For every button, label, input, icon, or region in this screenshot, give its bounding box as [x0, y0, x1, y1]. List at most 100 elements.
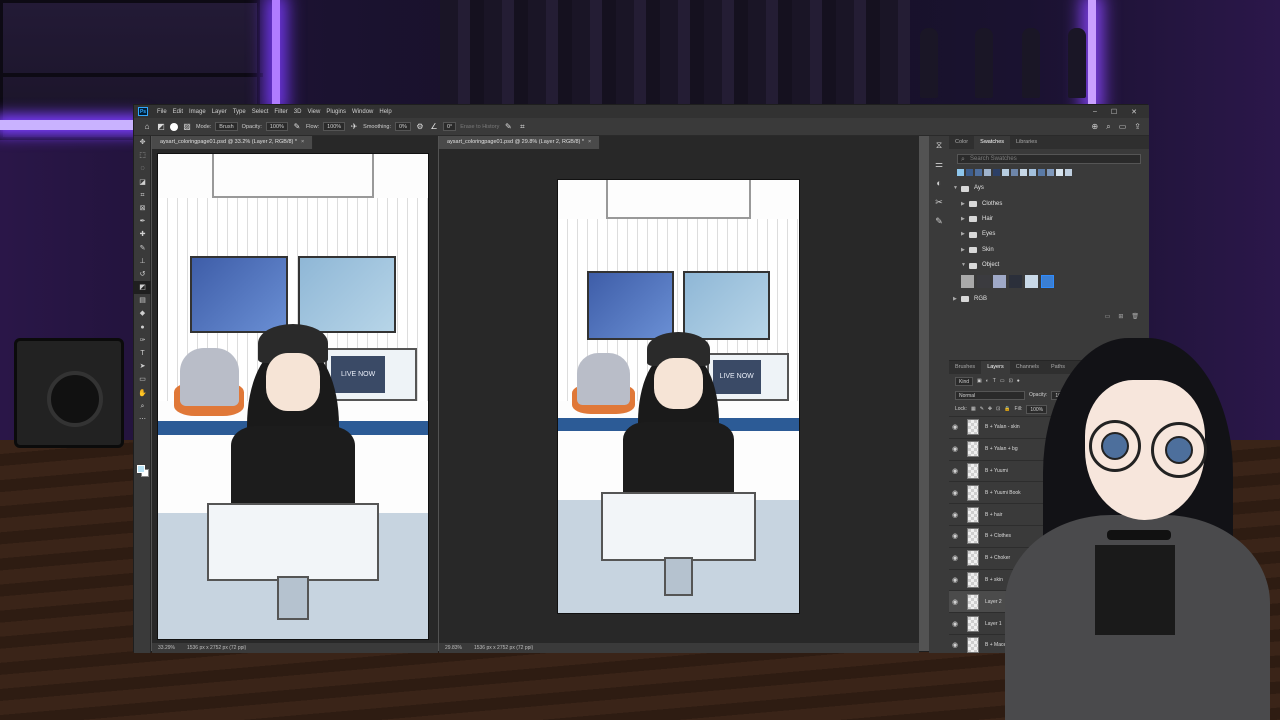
swatch-group-skin[interactable]: ▶ Skin — [949, 243, 1149, 258]
color-swatch[interactable] — [993, 169, 1000, 176]
adjustments-panel-icon[interactable]: ⚌ — [929, 155, 949, 174]
eyedropper-tool-icon[interactable]: ✒ — [134, 215, 151, 228]
close-button[interactable]: ✕ — [1131, 108, 1137, 116]
chevron-right-icon[interactable]: ▶ — [961, 212, 969, 227]
share-icon[interactable]: ⊕ — [1092, 122, 1099, 132]
brush-preset-picker[interactable] — [170, 122, 178, 131]
new-group-icon[interactable]: ▭ — [1105, 313, 1111, 323]
gradient-tool-icon[interactable]: ▤ — [134, 294, 151, 307]
close-icon[interactable]: × — [301, 139, 304, 145]
color-swatch[interactable] — [975, 169, 982, 176]
menu-3d[interactable]: 3D — [291, 109, 305, 115]
menu-edit[interactable]: Edit — [170, 109, 186, 115]
document-tab-right[interactable]: aysart_coloringpage01.psd @ 29.8% (Layer… — [439, 136, 601, 149]
share-export-icon[interactable]: ⇪ — [1134, 122, 1141, 132]
color-swatch[interactable] — [1011, 169, 1018, 176]
workspace-icon[interactable]: ▭ — [1119, 122, 1127, 132]
maximize-button[interactable]: ☐ — [1111, 108, 1117, 116]
search-icon[interactable]: ⌕ — [1106, 122, 1110, 132]
move-tool-icon[interactable]: ✥ — [134, 136, 151, 149]
visibility-eye-icon[interactable]: ◉ — [952, 445, 961, 453]
visibility-eye-icon[interactable]: ◉ — [952, 641, 961, 649]
history-panel-icon[interactable]: ⧖ — [929, 136, 949, 155]
color-wheel-icon[interactable]: ◐ — [929, 174, 949, 193]
layer-kind-filter[interactable]: Kind — [955, 376, 974, 386]
brush-settings-icon[interactable]: ▨ — [182, 122, 192, 132]
symmetry-icon[interactable]: ⌗ — [517, 122, 527, 132]
color-swatch[interactable] — [977, 275, 990, 289]
path-select-tool-icon[interactable]: ➤ — [134, 360, 151, 373]
swatch-group-ays[interactable]: ▼ Ays — [949, 181, 1149, 196]
brush-settings-panel-icon[interactable]: ✎ — [929, 212, 949, 231]
blur-tool-icon[interactable]: ◆ — [134, 307, 151, 320]
swatch-group-object[interactable]: ▼ Object — [949, 258, 1149, 273]
trash-icon[interactable]: 🗑 — [1131, 313, 1139, 323]
crop-tool-icon[interactable]: ⌗ — [134, 189, 151, 202]
color-swatch[interactable] — [1041, 275, 1054, 289]
pen-tool-icon[interactable]: ✑ — [134, 334, 151, 347]
color-swatch[interactable] — [957, 169, 964, 176]
hand-tool-icon[interactable]: ✋ — [134, 387, 151, 400]
chevron-right-icon[interactable]: ▶ — [961, 243, 969, 258]
menu-select[interactable]: Select — [249, 109, 272, 115]
history-brush-tool-icon[interactable]: ↺ — [134, 268, 151, 281]
new-swatch-icon[interactable]: ⊞ — [1118, 313, 1123, 323]
visibility-eye-icon[interactable]: ◉ — [952, 598, 961, 606]
tab-brushes[interactable]: Brushes — [949, 361, 981, 374]
chevron-down-icon[interactable]: ▼ — [961, 258, 969, 273]
frame-tool-icon[interactable]: ⊠ — [134, 202, 151, 215]
visibility-eye-icon[interactable]: ◉ — [952, 423, 961, 431]
filter-pixel-icon[interactable]: ▣ — [977, 378, 982, 384]
color-swatch[interactable] — [966, 169, 973, 176]
pressure-size-icon[interactable]: ✎ — [503, 122, 513, 132]
canvas-left[interactable]: LIVE NOW — [157, 153, 429, 640]
erase-to-history-checkbox[interactable]: Erase to History — [460, 124, 499, 130]
close-icon[interactable]: × — [588, 139, 591, 145]
swatch-search-input[interactable]: Search Swatches — [957, 154, 1141, 164]
lock-pixels-icon[interactable]: ▦ — [971, 406, 976, 412]
chevron-right-icon[interactable]: ▶ — [953, 292, 961, 307]
swatch-group-eyes[interactable]: ▶ Eyes — [949, 227, 1149, 242]
document-tab-left[interactable]: aysart_coloringpage01.psd @ 33.2% (Layer… — [152, 136, 314, 149]
color-swatch[interactable] — [1002, 169, 1009, 176]
visibility-eye-icon[interactable]: ◉ — [952, 489, 961, 497]
color-swatch[interactable] — [1038, 169, 1045, 176]
color-swatch[interactable] — [961, 275, 974, 289]
color-swatch[interactable] — [1025, 275, 1038, 289]
mode-select[interactable]: Brush — [215, 122, 238, 131]
object-select-tool-icon[interactable]: ◪ — [134, 176, 151, 189]
menu-view[interactable]: View — [304, 109, 323, 115]
foreground-color-swatch[interactable] — [137, 465, 145, 473]
menu-filter[interactable]: Filter — [271, 109, 290, 115]
visibility-eye-icon[interactable]: ◉ — [952, 467, 961, 475]
menu-window[interactable]: Window — [349, 109, 376, 115]
visibility-eye-icon[interactable]: ◉ — [952, 576, 961, 584]
opacity-field[interactable]: 100% — [265, 122, 288, 131]
chevron-right-icon[interactable]: ▶ — [961, 227, 969, 242]
lock-paint-icon[interactable]: ✎ — [980, 406, 984, 412]
zoom-tool-icon[interactable]: ⌕ — [134, 400, 151, 413]
color-swatch[interactable] — [1047, 169, 1054, 176]
color-swatch[interactable] — [1020, 169, 1027, 176]
color-swatch[interactable] — [1009, 275, 1022, 289]
eraser-tool-icon[interactable]: ◩ — [156, 122, 166, 132]
tab-color[interactable]: Color — [949, 136, 974, 149]
visibility-eye-icon[interactable]: ◉ — [952, 532, 961, 540]
color-swatch[interactable] — [1065, 169, 1072, 176]
zoom-level[interactable]: 33.29% — [158, 643, 175, 653]
chevron-down-icon[interactable]: ▼ — [953, 181, 961, 196]
home-icon[interactable]: ⌂ — [142, 122, 152, 132]
swatch-group-clothes[interactable]: ▶ Clothes — [949, 196, 1149, 211]
healing-brush-tool-icon[interactable]: ✚ — [134, 228, 151, 241]
shape-tool-icon[interactable]: ▭ — [134, 373, 151, 386]
type-tool-icon[interactable]: T — [134, 347, 151, 360]
dodge-tool-icon[interactable]: ● — [134, 321, 151, 334]
eraser-tool-icon[interactable]: ◩ — [134, 281, 151, 295]
menu-file[interactable]: File — [154, 109, 170, 115]
zoom-level[interactable]: 29.83% — [445, 643, 462, 653]
lasso-tool-icon[interactable]: ◌ — [134, 162, 151, 175]
flow-field[interactable]: 100% — [323, 122, 346, 131]
more-tools-icon[interactable]: ⋯ — [134, 413, 151, 426]
menu-plugins[interactable]: Plugins — [323, 109, 349, 115]
visibility-eye-icon[interactable]: ◉ — [952, 554, 961, 562]
